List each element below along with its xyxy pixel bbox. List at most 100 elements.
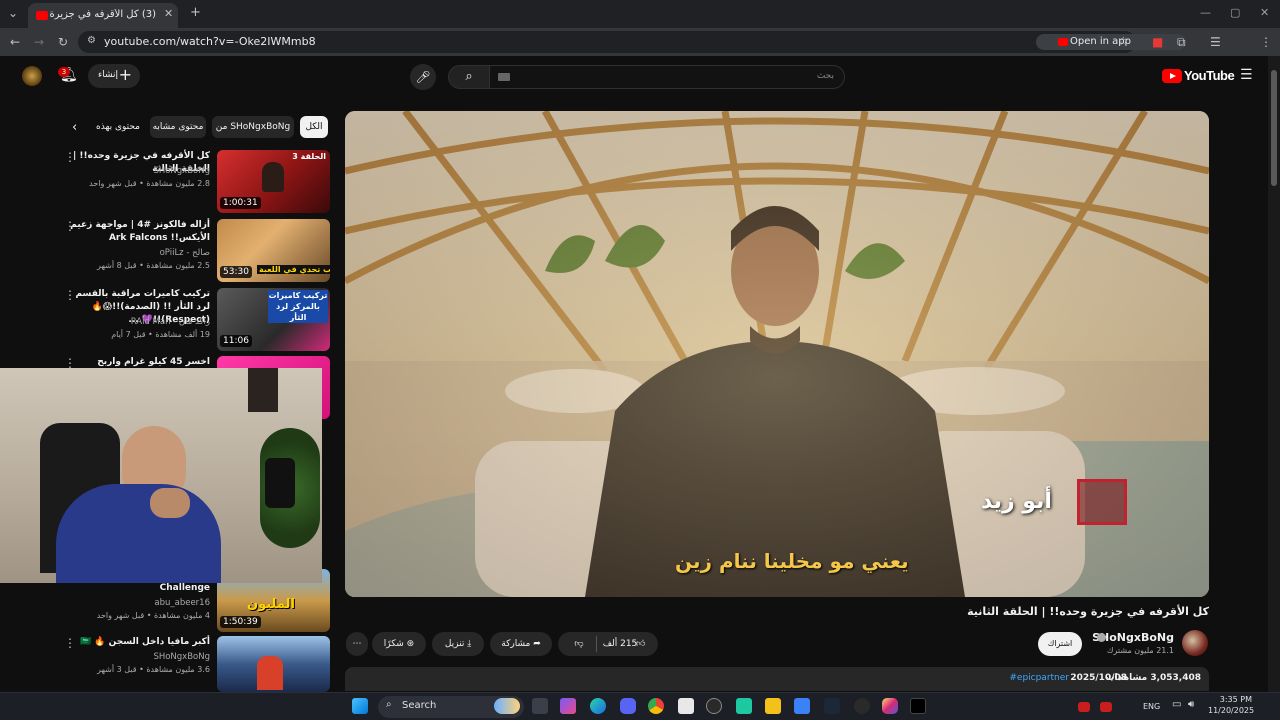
maximize-icon[interactable]: ▢	[1230, 6, 1240, 19]
like-dislike-group: 👎︎ 215 ألف 👍︎	[558, 632, 658, 656]
video-thumbnail[interactable]	[217, 636, 330, 692]
browser-menu-icon[interactable]: ⋮	[1260, 35, 1272, 49]
minimize-icon[interactable]: —	[1200, 6, 1211, 19]
obs-icon[interactable]	[706, 698, 722, 714]
channel-name[interactable]: SHoNgxBoNg	[153, 652, 210, 662]
list-item[interactable]: تركيب كاميرات بالمركز لرد الثأر 11:06 تر…	[60, 288, 330, 352]
task-view-icon[interactable]	[532, 698, 548, 714]
network-icon[interactable]: ▭	[1172, 699, 1181, 710]
channel-name[interactable]: abu_abeer16	[154, 598, 210, 608]
download-button[interactable]: تنزيل ⤓	[432, 632, 484, 656]
video-meta: 3.6 مليون مشاهدة • قبل 3 أشهر	[97, 665, 210, 674]
clock-date[interactable]: 11/20/2025	[1208, 706, 1254, 715]
create-button[interactable]: إنشاء +	[88, 64, 140, 88]
subscribe-button[interactable]: اشتراك	[1038, 632, 1082, 656]
close-window-icon[interactable]: ✕	[1260, 6, 1269, 19]
new-tab-icon[interactable]: +	[190, 5, 201, 20]
account-avatar[interactable]	[22, 66, 42, 86]
store-icon[interactable]	[678, 698, 694, 714]
like-count[interactable]: 215 ألف	[600, 632, 640, 656]
open-in-app-button[interactable]: Open in app	[1036, 34, 1186, 50]
channel-name[interactable]: راكد مان - RAid Man	[131, 317, 210, 327]
voice-search-button[interactable]: 🎤︎	[410, 64, 436, 90]
list-item[interactable]: أكبر مافيا داخل السجن 🔥 🇸🇦 SHoNgxBoNg 3.…	[60, 636, 330, 692]
channel-name[interactable]: SHoNgxBoNg	[153, 166, 210, 176]
bookmark-star-icon[interactable]: ☆	[1118, 34, 1129, 48]
windows-start-icon[interactable]	[352, 698, 368, 714]
share-button[interactable]: مشاركة ➦	[490, 632, 552, 656]
chip-all[interactable]: الكل	[300, 116, 328, 138]
volume-icon[interactable]: 🔊︎	[1188, 699, 1194, 710]
keyboard-icon[interactable]	[498, 73, 510, 81]
tab-search-icon[interactable]: ⌄	[8, 6, 18, 20]
thanks-button[interactable]: شكرًا ⊛	[372, 632, 426, 656]
settings-gear-icon[interactable]	[854, 698, 870, 714]
tab-close-icon[interactable]: ✕	[164, 7, 173, 20]
more-actions-button[interactable]: ⋯	[346, 632, 368, 656]
like-divider	[596, 636, 597, 652]
extension-icon[interactable]: ■	[1152, 35, 1163, 49]
video-player[interactable]: أبو زيد يعني مو مخلينا ننام زين	[345, 111, 1209, 597]
search-highlight-icon	[494, 698, 520, 714]
tray-app2-icon[interactable]	[1100, 702, 1112, 712]
chrome-icon[interactable]	[648, 698, 664, 714]
copilot-icon[interactable]	[560, 698, 576, 714]
tiktok-icon[interactable]	[910, 698, 926, 714]
video-meta: 19 ألف مشاهدة • قبل 7 أيام	[111, 330, 210, 339]
chip-more[interactable]: محتوى بهذه	[90, 116, 146, 138]
youtube-logo[interactable]: YouTube	[1162, 68, 1235, 86]
forward-icon[interactable]: →	[34, 35, 44, 49]
search-input[interactable]: بحث	[489, 65, 845, 89]
list-item[interactable]: الحلقة 3 1:00:31 كل الأقرفه في جزيرة وحد…	[60, 150, 330, 214]
edge-icon[interactable]	[590, 698, 606, 714]
extensions-puzzle-icon[interactable]: ⧉	[1177, 35, 1186, 50]
video-title: أزاله فالكونز #4 | مواجهة زعيم الأيكس!! …	[70, 220, 210, 243]
youtube-play-icon	[1162, 69, 1182, 83]
tray-app-icon[interactable]	[1078, 702, 1090, 712]
scrollbar-thumb[interactable]	[1271, 70, 1277, 186]
chip-related[interactable]: محتوى مشابه	[150, 116, 206, 138]
app-blue-icon[interactable]	[794, 698, 810, 714]
app-green-icon[interactable]	[736, 698, 752, 714]
back-icon[interactable]: ←	[10, 35, 20, 49]
search-icon: ⌕	[465, 69, 473, 84]
microphone	[265, 458, 295, 508]
clock-time[interactable]: 3:35 PM	[1208, 695, 1252, 704]
more-dots-icon: ⋯	[352, 639, 362, 649]
duration-badge: 53:30	[220, 266, 252, 278]
reading-list-icon[interactable]: ☰	[1210, 35, 1221, 49]
browser-tabbar: ⌄ (3) كل الأقرفه في جزيرة وحده ✕ + — ▢ ✕	[0, 0, 1280, 28]
list-item[interactable]: أصعب تحدي في اللعبة 53:30 أزاله فالكونز …	[60, 219, 330, 283]
steam-icon[interactable]	[824, 698, 840, 714]
reload-icon[interactable]: ↻	[58, 35, 68, 49]
discord-icon[interactable]	[620, 698, 636, 714]
description-box[interactable]: 3,053,408 مشاهدات 2025/10/08 #epicpartne…	[345, 667, 1209, 691]
more-actions-icon[interactable]: ⋮	[64, 288, 76, 302]
download-label: تنزيل	[444, 639, 465, 649]
browser-tab-active[interactable]: (3) كل الأقرفه في جزيرة وحده ✕	[28, 3, 178, 28]
like-icon[interactable]: 👍︎	[636, 632, 645, 656]
more-actions-icon[interactable]: ⋮	[64, 636, 76, 650]
dislike-button[interactable]: 👎︎	[564, 632, 594, 656]
duration-badge: 11:06	[220, 335, 252, 347]
hashtag-link[interactable]: #epicpartner	[1009, 673, 1069, 683]
person-hoodie	[56, 484, 221, 583]
search-button[interactable]: ⌕	[448, 65, 490, 89]
taskbar-search[interactable]: ⌕ Search	[378, 696, 524, 718]
upload-date: 2025/10/08	[1070, 673, 1127, 683]
wall-picture	[248, 368, 278, 412]
channel-avatar[interactable]	[1182, 630, 1208, 656]
chip-from-channel[interactable]: من SHoNgxBoNg	[212, 116, 294, 138]
site-info-icon[interactable]: ⚙	[87, 35, 96, 46]
instagram-icon[interactable]	[882, 698, 898, 714]
page-scrollbar[interactable]	[1268, 56, 1280, 692]
file-explorer-icon[interactable]	[765, 698, 781, 714]
plus-icon: +	[118, 65, 132, 84]
language-indicator[interactable]: ENG	[1143, 702, 1160, 711]
channel-name[interactable]: صالح - oPiiLz	[160, 248, 210, 258]
url-bar[interactable]: ⚙ youtube.com/watch?v=-Oke2IWMmb8 Open i…	[78, 31, 1186, 53]
taskbar-search-label: Search	[402, 700, 437, 711]
more-actions-icon[interactable]: ⋮	[64, 150, 76, 164]
guide-menu-icon[interactable]: ☰	[1240, 67, 1253, 83]
more-actions-icon[interactable]: ⋮	[64, 219, 76, 233]
